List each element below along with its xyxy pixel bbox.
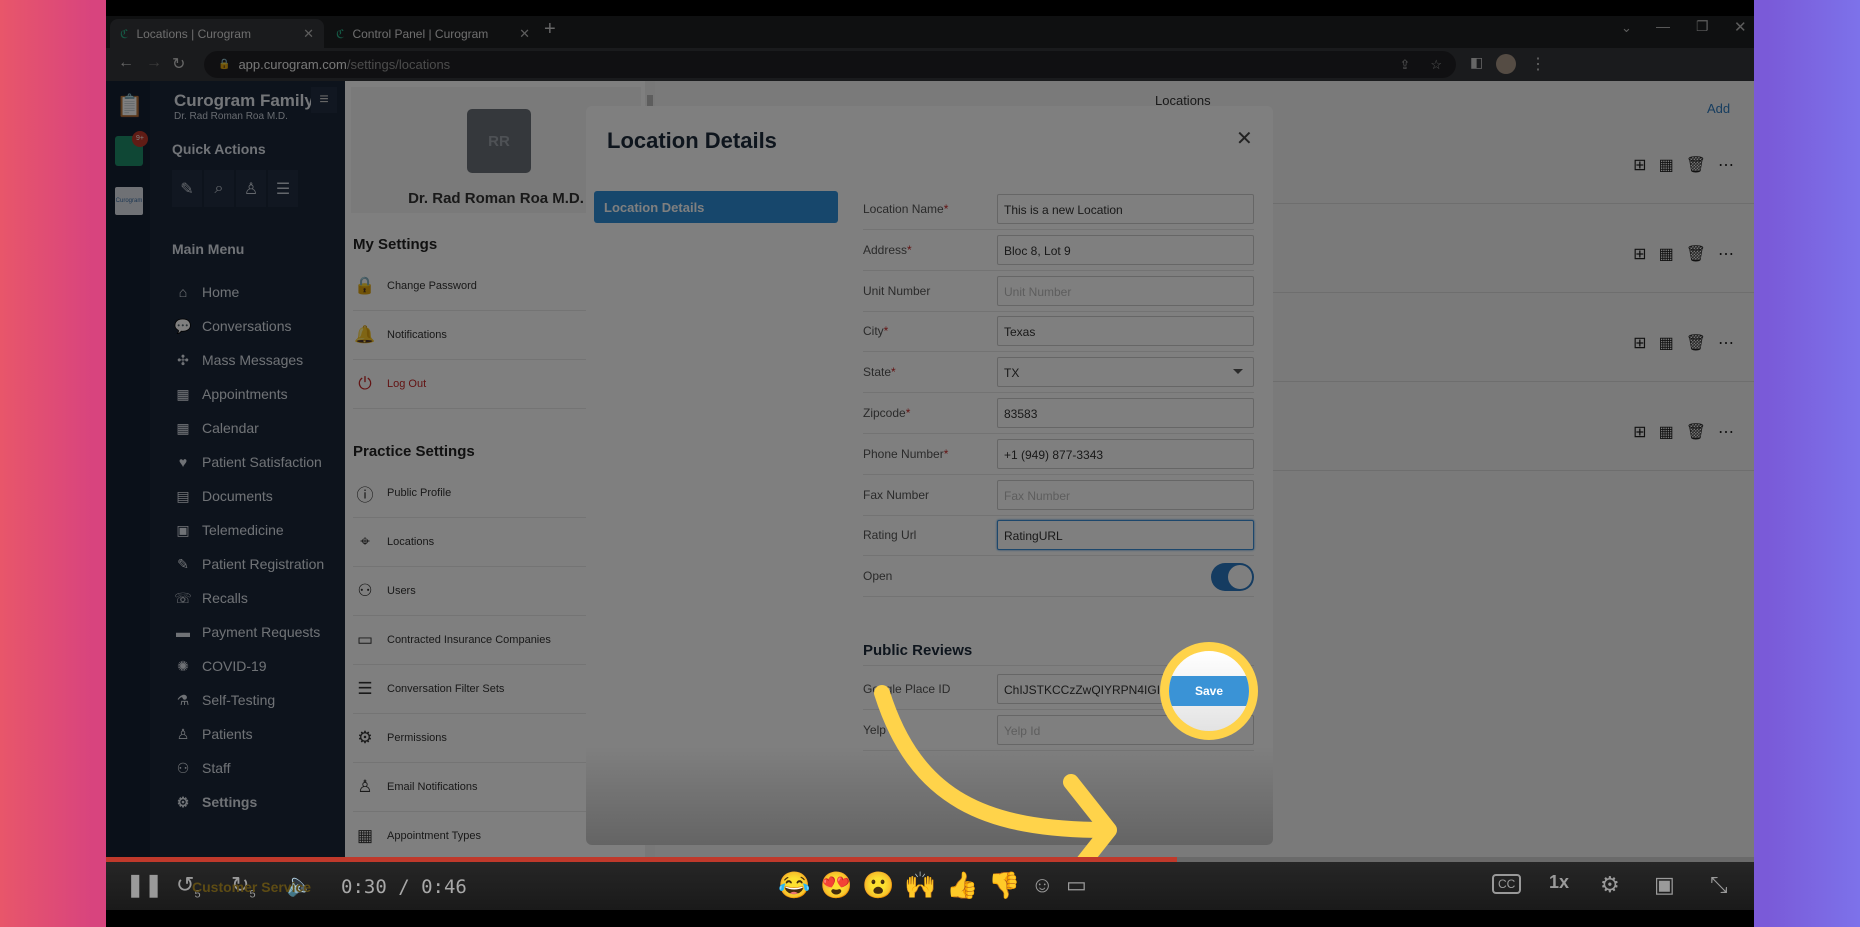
comment-icon[interactable]: ▭ xyxy=(1066,872,1087,898)
bottom-bar xyxy=(106,910,1754,927)
save-button[interactable]: Save xyxy=(1169,676,1249,706)
video-controls: ❚❚ ↺5 ↻5 🔈 0:30 / 0:46 😂 😍 😮 🙌 👍 👎 ☺ ▭ CC 1x … xyxy=(106,862,1754,910)
guide-arrow xyxy=(874,685,1117,860)
reaction-button[interactable]: 👍 xyxy=(946,870,978,901)
customer-service-link[interactable]: Customer Service xyxy=(192,879,311,895)
reaction-button[interactable]: 😍 xyxy=(820,870,852,901)
reaction-button[interactable]: 😂 xyxy=(778,870,810,901)
save-highlight: Save xyxy=(1160,642,1258,740)
exit-fullscreen-icon[interactable]: ⤡ xyxy=(1710,872,1728,898)
playback-speed-button[interactable]: 1x xyxy=(1549,872,1569,893)
screen: ℭ Locations | Curogram ✕ ℭ Control Panel… xyxy=(106,0,1754,927)
pause-icon[interactable]: ❚❚ xyxy=(126,872,163,898)
guide-arrow-head xyxy=(1063,774,1117,860)
reaction-button[interactable]: 🙌 xyxy=(904,870,936,901)
react-icon[interactable]: ☺ xyxy=(1031,872,1053,898)
guide-arrow-curve xyxy=(874,685,1114,838)
picture-in-picture-icon[interactable]: ▣ xyxy=(1654,872,1675,898)
video-time: 0:30 / 0:46 xyxy=(341,876,467,898)
captions-button[interactable]: CC xyxy=(1492,874,1522,894)
reaction-button[interactable]: 😮 xyxy=(862,870,894,901)
reaction-button[interactable]: 👎 xyxy=(988,870,1020,901)
settings-gear-icon[interactable]: ⚙ xyxy=(1600,872,1620,898)
